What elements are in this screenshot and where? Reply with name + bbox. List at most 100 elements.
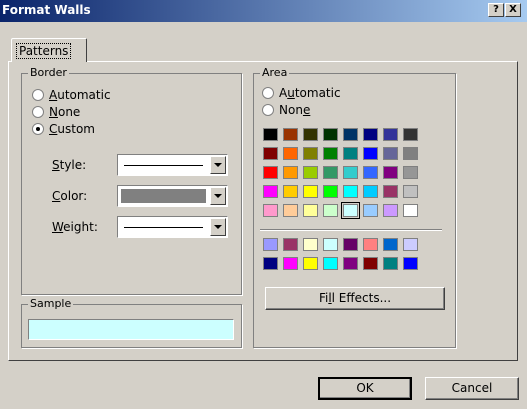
color-swatch[interactable] (363, 147, 378, 160)
color-swatch[interactable] (283, 185, 298, 198)
color-swatch[interactable] (343, 185, 358, 198)
color-swatch[interactable] (323, 257, 338, 270)
title-bar: Format Walls ? X (0, 0, 527, 22)
area-legend: Area (260, 66, 290, 79)
border-none-label: None (49, 105, 81, 119)
sample-group: Sample (21, 297, 242, 348)
border-custom-radio-circle[interactable] (32, 123, 44, 135)
color-preview (121, 189, 206, 203)
color-swatch[interactable] (363, 166, 378, 179)
chevron-down-icon[interactable] (210, 187, 226, 205)
border-none-radio[interactable]: None (32, 105, 80, 119)
style-dropdown[interactable] (117, 154, 228, 176)
border-group: Border Automatic None Custom Style: Colo… (21, 66, 242, 295)
area-none-radio[interactable]: None (262, 103, 310, 117)
window-title: Format Walls (2, 3, 91, 17)
color-palette-chart (263, 238, 418, 270)
color-swatch[interactable] (383, 238, 398, 251)
border-automatic-radio[interactable]: Automatic (32, 88, 111, 102)
weight-label: Weight: (52, 220, 98, 234)
weight-dropdown[interactable] (117, 216, 228, 238)
color-swatch[interactable] (343, 238, 358, 251)
color-swatch[interactable] (323, 204, 338, 217)
color-swatch[interactable] (343, 147, 358, 160)
sample-preview (28, 319, 234, 340)
color-swatch[interactable] (341, 202, 360, 219)
color-palette-standard (263, 128, 418, 219)
border-custom-radio[interactable]: Custom (32, 122, 95, 136)
tab-patterns[interactable]: Patterns (11, 38, 87, 62)
fill-effects-button[interactable]: Fill Effects... (265, 287, 445, 310)
color-swatch[interactable] (383, 147, 398, 160)
line-weight-preview (124, 227, 203, 228)
area-none-label: None (279, 103, 311, 117)
color-swatch[interactable] (303, 166, 318, 179)
color-swatch[interactable] (263, 185, 278, 198)
tab-patterns-label: Patterns (16, 43, 72, 59)
color-swatch[interactable] (323, 166, 338, 179)
color-swatch[interactable] (323, 238, 338, 251)
color-swatch[interactable] (283, 147, 298, 160)
color-swatch[interactable] (323, 185, 338, 198)
sample-legend: Sample (28, 297, 74, 310)
color-swatch[interactable] (263, 204, 278, 217)
style-label: Style: (52, 158, 87, 172)
color-swatch[interactable] (363, 185, 378, 198)
border-automatic-radio-circle[interactable] (32, 89, 44, 101)
area-automatic-radio-circle[interactable] (262, 87, 274, 99)
color-swatch[interactable] (363, 128, 378, 141)
color-swatch[interactable] (263, 147, 278, 160)
palette-separator (260, 229, 442, 231)
color-swatch[interactable] (403, 128, 418, 141)
border-custom-label: Custom (49, 122, 95, 136)
color-swatch[interactable] (263, 128, 278, 141)
color-swatch[interactable] (323, 128, 338, 141)
color-swatch[interactable] (263, 166, 278, 179)
color-swatch[interactable] (303, 185, 318, 198)
color-swatch[interactable] (303, 204, 318, 217)
color-label: Color: (52, 189, 88, 203)
area-automatic-label: Automatic (279, 86, 341, 100)
color-swatch[interactable] (403, 147, 418, 160)
cancel-button[interactable]: Cancel (425, 377, 519, 400)
color-swatch[interactable] (303, 238, 318, 251)
color-swatch[interactable] (363, 204, 378, 217)
color-swatch[interactable] (283, 204, 298, 217)
chevron-down-icon[interactable] (210, 218, 226, 236)
color-swatch[interactable] (263, 257, 278, 270)
area-none-radio-circle[interactable] (262, 104, 274, 116)
color-swatch[interactable] (403, 204, 418, 217)
color-swatch[interactable] (383, 128, 398, 141)
color-swatch[interactable] (403, 238, 418, 251)
border-automatic-label: Automatic (49, 88, 111, 102)
color-swatch[interactable] (263, 238, 278, 251)
ok-button[interactable]: OK (318, 377, 412, 400)
color-swatch[interactable] (323, 147, 338, 160)
color-swatch[interactable] (283, 238, 298, 251)
chevron-down-icon[interactable] (210, 156, 226, 174)
color-swatch[interactable] (303, 128, 318, 141)
color-swatch[interactable] (383, 166, 398, 179)
color-swatch[interactable] (363, 257, 378, 270)
color-swatch[interactable] (343, 128, 358, 141)
color-swatch[interactable] (283, 257, 298, 270)
area-automatic-radio[interactable]: Automatic (262, 86, 341, 100)
color-swatch[interactable] (403, 166, 418, 179)
color-swatch[interactable] (403, 257, 418, 270)
color-swatch[interactable] (283, 166, 298, 179)
border-none-radio-circle[interactable] (32, 106, 44, 118)
color-swatch[interactable] (383, 257, 398, 270)
color-swatch[interactable] (283, 128, 298, 141)
color-swatch[interactable] (383, 185, 398, 198)
color-swatch[interactable] (363, 238, 378, 251)
color-swatch[interactable] (343, 257, 358, 270)
color-swatch[interactable] (383, 204, 398, 217)
color-dropdown[interactable] (117, 185, 228, 207)
color-swatch[interactable] (343, 166, 358, 179)
color-swatch[interactable] (303, 147, 318, 160)
color-swatch[interactable] (303, 257, 318, 270)
color-swatch[interactable] (403, 185, 418, 198)
help-button[interactable]: ? (488, 3, 504, 17)
close-button[interactable]: X (505, 3, 521, 17)
line-style-preview (124, 165, 203, 166)
